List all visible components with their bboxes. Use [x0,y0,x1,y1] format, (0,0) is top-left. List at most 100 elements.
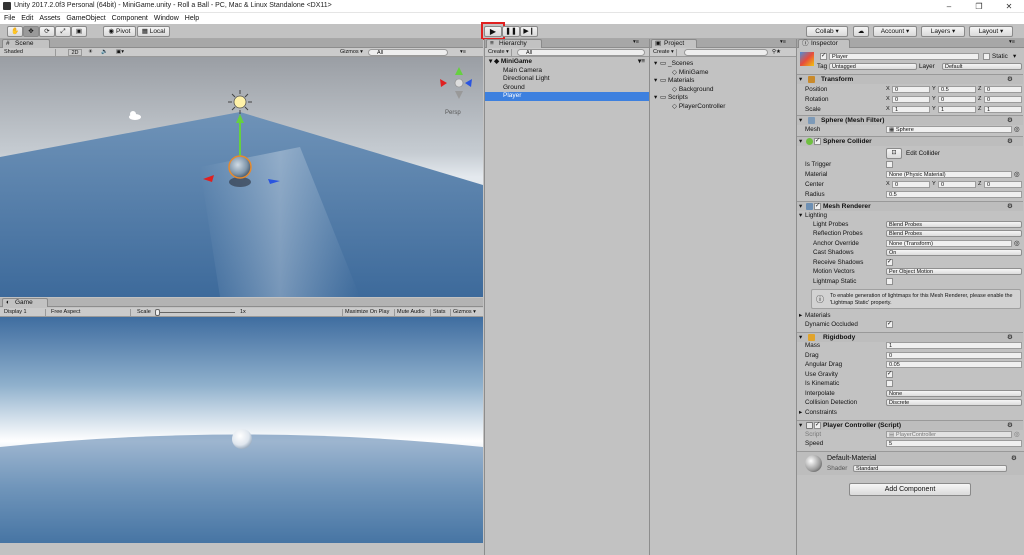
menu-edit[interactable]: Edit [21,13,33,24]
use-gravity-checkbox[interactable]: ✓ [886,371,893,378]
game-viewport[interactable] [0,317,483,543]
tab-inspector[interactable]: ⓘ Inspector [798,39,850,48]
center-x-field[interactable]: 0 [892,181,930,188]
menu-component[interactable]: Component [112,13,148,24]
play-button[interactable]: ▶ [484,26,502,37]
static-dropdown-icon[interactable]: ▾ [1013,52,1016,61]
project-filter-icon[interactable]: ⚲★ [772,49,781,56]
lighting-foldout[interactable]: ▾ Lighting [797,211,1023,220]
menu-window[interactable]: Window [154,13,179,24]
interpolate-dropdown[interactable]: None [886,390,1022,397]
light-probes-dropdown[interactable]: Blend Probes [886,221,1022,228]
project-search-input[interactable] [684,49,768,56]
layout-button[interactable]: Layout ▾ [969,26,1013,37]
player-controller-header[interactable]: ▾ ✓ Player Controller (Script) ⚙ [797,420,1023,430]
mesh-filter-header[interactable]: ▾ Sphere (Mesh Filter) ⚙ [797,115,1023,125]
rotation-y-field[interactable]: 0 [938,96,976,103]
collision-detection-dropdown[interactable]: Discrete [886,399,1022,406]
scene-search-input[interactable]: All [368,49,448,56]
maximize-on-play-toggle[interactable]: Maximize On Play [342,309,389,316]
step-button[interactable]: ▶❙ [520,26,538,37]
project-item[interactable]: ▾ ▭ Scripts [650,94,796,103]
scale-x-field[interactable]: 1 [892,106,930,113]
center-y-field[interactable]: 0 [938,181,976,188]
collider-material-field[interactable]: None (Physic Material) [886,171,1012,178]
scene-panel-menu-icon[interactable]: ▾≡ [460,49,466,56]
position-z-field[interactable]: 0 [984,86,1022,93]
mesh-field[interactable]: ▦ Sphere [886,126,1012,133]
reflection-probes-dropdown[interactable]: Blend Probes [886,230,1022,237]
edit-collider-button[interactable]: ⊡ [886,148,902,159]
tab-scene[interactable]: # Scene [2,39,50,48]
materials-foldout[interactable]: ▸ Materials [797,311,1023,320]
rotation-x-field[interactable]: 0 [892,96,930,103]
pause-button[interactable]: ❚❚ [502,26,520,37]
position-x-field[interactable]: 0 [892,86,930,93]
material-section[interactable]: Default-Material Shader Standard ⚙ [797,451,1024,475]
project-item[interactable]: ◇ Background [650,86,796,95]
aspect-dropdown[interactable]: Free Aspect [51,309,131,316]
add-component-button[interactable]: Add Component [849,483,971,496]
inspector-menu-icon[interactable]: ▾≡ [1009,39,1015,46]
sphere-collider-header[interactable]: ▾ ✓ Sphere Collider ⚙ [797,136,1023,146]
anchor-override-field[interactable]: None (Transform) [886,240,1012,247]
hierarchy-item-selected[interactable]: Player [485,92,649,101]
scale-y-field[interactable]: 1 [938,106,976,113]
receive-shadows-checkbox[interactable]: ✓ [886,259,893,266]
component-settings-icon[interactable]: ⚙ [1007,75,1013,85]
project-item[interactable]: ◇ PlayerController [650,103,796,112]
constraints-foldout[interactable]: ▸ Constraints [797,408,1023,417]
foldout-arrow-icon[interactable]: ▾ [799,211,802,220]
display-dropdown[interactable]: Display 1 [4,309,46,316]
speed-field[interactable]: 5 [886,440,1022,447]
scale-slider-thumb[interactable] [155,309,160,316]
player-sphere[interactable] [228,155,252,179]
object-active-checkbox[interactable]: ✓ [820,53,827,60]
is-trigger-checkbox[interactable] [886,161,893,168]
drag-field[interactable]: 0 [886,352,1022,359]
object-name-field[interactable]: Player [829,53,979,60]
hierarchy-search-input[interactable]: All [517,49,645,56]
stats-toggle[interactable]: Stats [430,309,446,316]
component-settings-icon[interactable]: ⚙ [1011,454,1017,463]
mass-field[interactable]: 1 [886,342,1022,349]
transform-header[interactable]: ▾ Transform ⚙ [797,74,1023,84]
project-item[interactable]: ▾ ▭ _Scenes [650,60,796,69]
mute-audio-toggle[interactable]: Mute Audio [394,309,425,316]
hand-tool-button[interactable]: ✋ [7,26,23,37]
motion-vectors-dropdown[interactable]: Per Object Motion [886,268,1022,275]
foldout-arrow-icon[interactable]: ▾ [799,75,802,85]
minimize-button[interactable]: – [934,0,964,13]
dynamic-occluded-checkbox[interactable]: ✓ [886,321,893,328]
lighting-toggle-icon[interactable]: ☀ [88,49,93,56]
tag-dropdown[interactable]: Untagged [829,63,917,70]
scale-slider-track[interactable] [155,312,235,313]
scene-viewport[interactable]: Persp [0,57,483,297]
layer-dropdown[interactable]: Default [942,63,1022,70]
component-settings-icon[interactable]: ⚙ [1007,137,1013,147]
scene-row-menu-icon[interactable]: ▾≡ [638,58,645,67]
script-field[interactable]: ▤ PlayerController [886,431,1012,438]
layers-button[interactable]: Layers ▾ [921,26,965,37]
pivot-toggle[interactable]: ◉ Pivot [103,26,136,37]
object-picker-icon[interactable]: ◎ [1014,170,1020,179]
angular-drag-field[interactable]: 0.05 [886,361,1022,368]
hierarchy-create-button[interactable]: Create ▾ [488,49,512,56]
radius-field[interactable]: 0.5 [886,191,1022,198]
mesh-renderer-header[interactable]: ▾ ✓ Mesh Renderer ⚙ [797,201,1023,211]
tab-game[interactable]: ◐ Game [2,298,48,307]
is-kinematic-checkbox[interactable] [886,380,893,387]
controller-enabled-checkbox[interactable]: ✓ [814,422,821,429]
maximize-button[interactable]: ❐ [964,0,994,13]
tab-hierarchy[interactable]: ≡ Hierarchy [486,39,542,48]
scale-z-field[interactable]: 1 [984,106,1022,113]
move-tool-button[interactable]: ✥ [23,26,39,37]
scene-gizmos-dropdown[interactable]: Gizmos ▾ [340,49,363,56]
shading-dropdown[interactable]: Shaded [4,49,56,56]
rotation-z-field[interactable]: 0 [984,96,1022,103]
rotate-tool-button[interactable]: ⟳ [39,26,55,37]
hierarchy-scene-row[interactable]: ▾ ◆ MiniGame ▾≡ [485,58,649,67]
collider-enabled-checkbox[interactable]: ✓ [814,138,821,145]
cast-shadows-dropdown[interactable]: On [886,249,1022,256]
shader-dropdown[interactable]: Standard [853,465,1007,472]
